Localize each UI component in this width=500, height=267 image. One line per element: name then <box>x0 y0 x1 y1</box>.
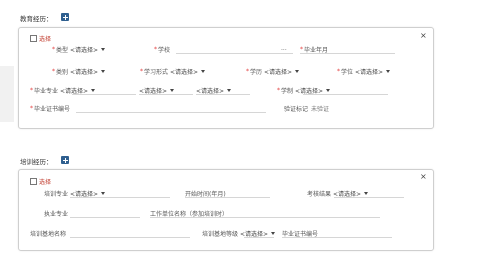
education-verify-value: 未验证 <box>311 106 330 113</box>
education-degree-field[interactable]: * 学位 <请选择> <box>337 67 391 76</box>
training-base-name-field[interactable]: 培训基地名称 <box>30 229 66 238</box>
education-verify-label: 验证标记 <box>284 106 309 113</box>
chevron-down-icon <box>101 48 106 51</box>
education-certificate-no-input[interactable] <box>76 112 266 113</box>
training-assessment-underline <box>334 197 404 198</box>
education-major-label: 毕业专业 <box>34 88 59 95</box>
major-select-2-underline <box>139 94 193 95</box>
training-practice-major-input[interactable] <box>70 217 140 218</box>
education-type-label: 类型 <box>56 47 69 54</box>
required-marker: * <box>30 105 33 112</box>
training-work-unit-input[interactable] <box>150 217 380 218</box>
education-verify-field: 验证标记 未验证 <box>284 104 329 113</box>
chevron-down-icon <box>271 232 276 235</box>
required-marker: * <box>246 68 249 75</box>
required-marker: * <box>277 87 280 94</box>
chevron-down-icon <box>101 192 106 195</box>
training-start-time-input[interactable] <box>185 197 270 198</box>
training-base-level-underline <box>244 237 274 238</box>
required-marker: * <box>154 46 157 53</box>
select-placeholder: <请选择> <box>355 69 384 76</box>
chevron-down-icon <box>91 89 96 92</box>
training-certificate-no-input[interactable] <box>282 237 392 238</box>
education-category-field[interactable]: * 类别 <请选择> <box>52 67 106 76</box>
education-certificate-no-label: 毕业证书编号 <box>34 106 71 113</box>
chevron-down-icon <box>326 89 331 92</box>
education-category-select[interactable]: <请选择> <box>70 67 106 76</box>
training-assessment-label: 考核结果 <box>307 191 332 198</box>
program-select-underline <box>303 94 388 95</box>
training-practice-major-field[interactable]: 执业专业 <box>44 209 68 218</box>
training-major-label: 培训专业 <box>44 191 69 198</box>
required-marker: * <box>52 46 55 53</box>
select-placeholder: <请选择> <box>170 69 199 76</box>
education-school-label: 学校 <box>158 47 171 54</box>
training-select-label: 选择 <box>39 179 52 186</box>
left-background-band <box>0 66 14 122</box>
required-marker: * <box>300 46 303 53</box>
required-marker: * <box>140 68 143 75</box>
select-placeholder: <请选择> <box>264 69 293 76</box>
education-level-select[interactable]: <请选择> <box>264 67 300 76</box>
education-degree-select[interactable]: <请选择> <box>355 67 391 76</box>
training-base-level-label: 培训基地等级 <box>202 231 239 238</box>
training-base-name-label: 培训基地名称 <box>30 231 67 238</box>
major-select-1-underline <box>72 94 136 95</box>
school-picker-ellipsis-icon[interactable]: ... <box>281 44 287 53</box>
select-placeholder: <请选择> <box>70 47 99 54</box>
education-card <box>18 27 434 129</box>
education-level-field[interactable]: * 学历 <请选择> <box>246 67 300 76</box>
chevron-down-icon <box>170 89 175 92</box>
chevron-down-icon <box>227 89 232 92</box>
required-marker: * <box>52 68 55 75</box>
chevron-down-icon <box>386 70 391 73</box>
chevron-down-icon <box>101 70 106 73</box>
select-placeholder: <请选择> <box>70 69 99 76</box>
major-select-3-underline <box>196 94 250 95</box>
education-degree-label: 学位 <box>341 69 354 76</box>
education-close-icon[interactable]: × <box>420 32 427 40</box>
education-school-field[interactable]: * 学校 <box>154 45 170 54</box>
education-section-title: 教育经历： <box>20 15 53 23</box>
education-select-label: 选择 <box>39 36 52 43</box>
training-section-title: 培训经历： <box>20 158 53 166</box>
training-major-underline <box>70 197 170 198</box>
education-certificate-no-field[interactable]: * 毕业证书编号 <box>30 104 70 113</box>
chevron-down-icon <box>364 192 369 195</box>
education-grad-year-input[interactable] <box>300 53 395 54</box>
education-type-select[interactable]: <请选择> <box>70 45 106 54</box>
education-select-checkbox[interactable] <box>30 35 37 42</box>
add-training-plus-icon[interactable] <box>61 156 69 164</box>
training-select-checkbox[interactable] <box>30 178 37 185</box>
education-type-field[interactable]: * 类型 <请选择> <box>52 45 106 54</box>
education-study-form-select[interactable]: <请选择> <box>170 67 206 76</box>
chevron-down-icon <box>295 70 300 73</box>
chevron-down-icon <box>201 70 206 73</box>
training-practice-major-label: 执业专业 <box>44 211 69 218</box>
training-base-name-input[interactable] <box>70 237 190 238</box>
education-school-input[interactable] <box>176 53 293 54</box>
ellipsis-text: ... <box>281 45 287 52</box>
education-program-label: 学制 <box>281 88 294 95</box>
training-close-icon[interactable]: × <box>420 173 427 181</box>
required-marker: * <box>337 68 340 75</box>
add-education-plus-icon[interactable] <box>61 13 69 21</box>
education-category-label: 类别 <box>56 69 69 76</box>
education-study-form-field[interactable]: * 学习形式 <请选择> <box>140 67 206 76</box>
education-level-label: 学历 <box>250 69 263 76</box>
education-study-form-label: 学习形式 <box>144 69 169 76</box>
required-marker: * <box>30 87 33 94</box>
